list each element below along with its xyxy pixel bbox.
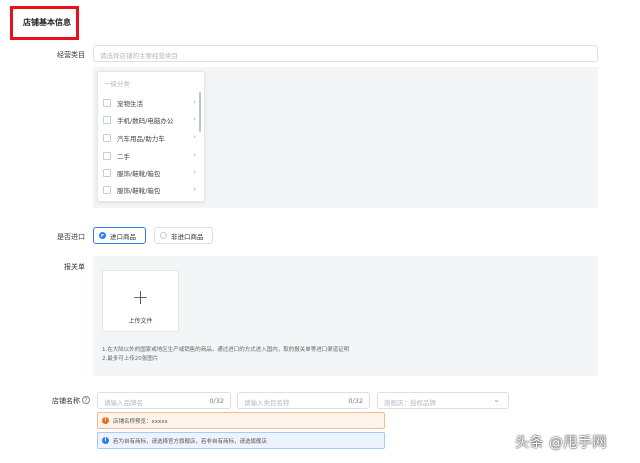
warning-icon: ! bbox=[102, 417, 109, 424]
preview-text: 店铺名称预览：xxxxx bbox=[113, 419, 168, 425]
checkbox[interactable] bbox=[103, 169, 111, 177]
customs-note-1: 1.在大陆以外的国家或地区生产或销售的商品，通过进口的方式进入国内，取的报关单等… bbox=[102, 347, 350, 353]
category-placeholder: 请选择店铺的主要经营类目 bbox=[100, 52, 178, 60]
dropdown-item[interactable]: 手机/数码/电脑办公 › bbox=[103, 113, 196, 130]
category-name-input[interactable]: 请输入类目名称 0/32 bbox=[237, 392, 370, 409]
dropdown-item[interactable]: 二手 › bbox=[103, 149, 196, 166]
plus-icon: + bbox=[132, 285, 149, 309]
radio-non-import-label: 非进口商品 bbox=[171, 233, 204, 241]
dropdown-item-label: 服饰/鞋靴/箱包 bbox=[117, 187, 161, 195]
shop-name-preview-alert: ! 店铺名称预览：xxxxx bbox=[97, 412, 385, 429]
customs-note-2: 2.最多可上传20张图片 bbox=[102, 356, 159, 362]
category-label: 经营类目 bbox=[57, 51, 85, 59]
customs-label: 报关单 bbox=[64, 263, 85, 271]
dropdown-header: 一级分类 bbox=[104, 80, 130, 88]
chevron-right-icon: › bbox=[193, 115, 196, 123]
checkbox[interactable] bbox=[103, 134, 111, 142]
radio-selected-icon bbox=[99, 232, 106, 239]
chevron-right-icon: › bbox=[193, 151, 196, 159]
checkbox[interactable] bbox=[103, 152, 111, 160]
dropdown-item-label: 宠物生活 bbox=[117, 100, 143, 108]
chevron-right-icon: › bbox=[193, 133, 196, 141]
store-type-select[interactable]: 旗舰店：授权品牌 ⌄ bbox=[377, 392, 509, 409]
category-select[interactable]: 请选择店铺的主要经营类目 bbox=[93, 45, 598, 62]
dropdown-item-label: 二手 bbox=[117, 153, 130, 161]
radio-unselected-icon bbox=[160, 232, 167, 239]
brand-name-input[interactable]: 请输入品牌名 0/32 bbox=[97, 392, 231, 409]
help-icon[interactable]: ? bbox=[82, 396, 90, 404]
radio-import-label: 进口商品 bbox=[110, 233, 136, 241]
dropdown-item[interactable]: 服饰/鞋靴/箱包 › bbox=[103, 166, 196, 183]
chevron-right-icon: › bbox=[193, 98, 196, 106]
section-title: 店铺基本信息 bbox=[23, 18, 71, 27]
category-dropdown: 一级分类 宠物生活 › 手机/数码/电脑办公 › 汽车用品/助力车 › 二手 ›… bbox=[97, 71, 205, 202]
dropdown-item-label: 手机/数码/电脑办公 bbox=[117, 117, 174, 125]
chevron-right-icon: › bbox=[193, 185, 196, 193]
checkbox[interactable] bbox=[103, 116, 111, 124]
dropdown-item[interactable]: 宠物生活 › bbox=[103, 96, 196, 113]
watermark: 头条 @甩手网 bbox=[515, 435, 607, 451]
brand-name-placeholder: 请输入品牌名 bbox=[104, 399, 143, 407]
radio-import[interactable]: 进口商品 bbox=[93, 227, 146, 244]
dropdown-item-label: 汽车用品/助力车 bbox=[117, 135, 165, 143]
info-icon: i bbox=[102, 437, 109, 444]
info-text: 若为自有商标，请选择官方旗舰店，若非自有商标，请选旗舰店 bbox=[113, 439, 268, 445]
upload-button[interactable]: + 上传文件 bbox=[102, 270, 179, 332]
shop-name-info-alert: i 若为自有商标，请选择官方旗舰店，若非自有商标，请选旗舰店 bbox=[97, 432, 385, 449]
category-name-placeholder: 请输入类目名称 bbox=[244, 399, 290, 407]
checkbox[interactable] bbox=[103, 186, 111, 194]
brand-name-counter: 0/32 bbox=[209, 397, 224, 405]
upload-label: 上传文件 bbox=[128, 318, 153, 325]
dropdown-item[interactable]: 服饰/鞋靴/箱包 › bbox=[103, 183, 196, 200]
store-type-value: 旗舰店：授权品牌 bbox=[384, 399, 436, 407]
dropdown-scrollbar[interactable] bbox=[199, 92, 201, 132]
chevron-down-icon: ⌄ bbox=[493, 395, 500, 404]
checkbox[interactable] bbox=[103, 99, 111, 107]
dropdown-item-label: 服饰/鞋靴/箱包 bbox=[117, 170, 161, 178]
radio-non-import[interactable]: 非进口商品 bbox=[154, 227, 213, 244]
chevron-right-icon: › bbox=[193, 168, 196, 176]
import-label: 是否进口 bbox=[57, 233, 85, 241]
shop-name-label: 店铺名称 bbox=[52, 397, 80, 405]
category-name-counter: 0/32 bbox=[348, 397, 363, 405]
dropdown-item[interactable]: 汽车用品/助力车 › bbox=[103, 131, 196, 148]
